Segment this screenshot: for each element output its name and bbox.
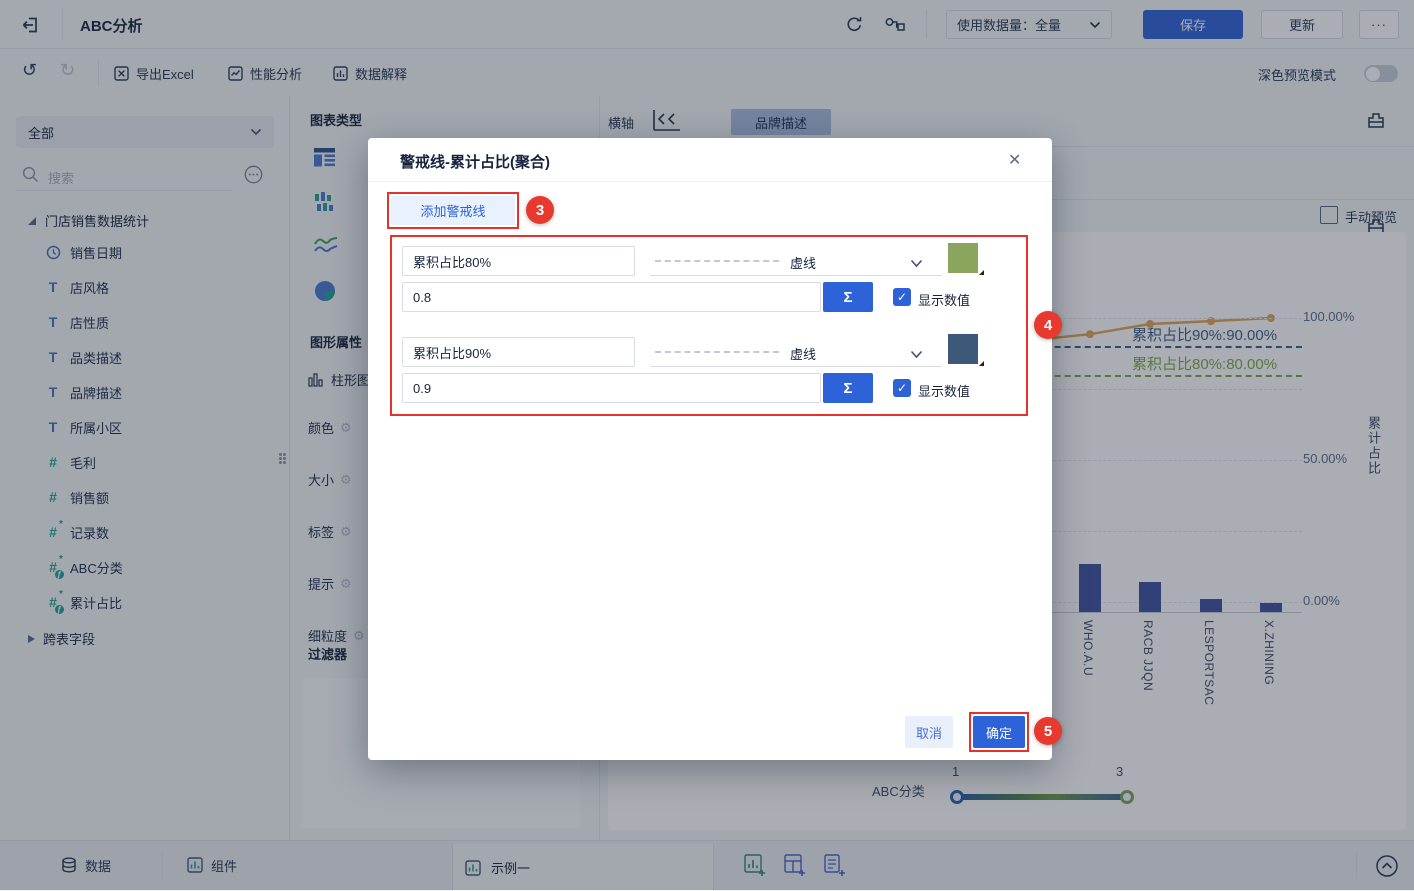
- alert-line-row: 累积占比90% 虚线 0.9 Σ ✓ 显示数值: [402, 334, 1028, 403]
- alert-name-input[interactable]: 累积占比80%: [402, 246, 635, 276]
- alert-line-dialog: 警戒线-累计占比(聚合) ✕ 添加警戒线 累积占比80% 虚线 0.8 Σ ✓ 显示数值累…: [368, 138, 1052, 760]
- alert-value-input[interactable]: 0.9: [402, 373, 821, 403]
- line-style-underline: [650, 366, 942, 367]
- dialog-title: 警戒线-累计占比(聚合): [400, 154, 550, 171]
- show-value-label: 显示数值: [918, 384, 971, 399]
- alert-name-input[interactable]: 累积占比90%: [402, 337, 635, 367]
- add-alert-line-button[interactable]: 添加警戒线: [391, 196, 515, 225]
- cancel-button[interactable]: 取消: [905, 716, 953, 748]
- line-style-preview: [655, 260, 779, 262]
- line-color-swatch[interactable]: [948, 243, 984, 275]
- line-style-preview: [655, 351, 779, 353]
- close-icon[interactable]: ✕: [1008, 150, 1021, 170]
- annotation-badge-3: 3: [526, 196, 554, 224]
- aggregate-sigma-button[interactable]: Σ: [823, 373, 873, 403]
- aggregate-sigma-button[interactable]: Σ: [823, 282, 873, 312]
- swatch-dropdown-triangle: [979, 270, 984, 275]
- alert-value-input[interactable]: 0.8: [402, 282, 821, 312]
- show-value-checkbox[interactable]: ✓: [893, 379, 911, 397]
- chevron-down-icon[interactable]: [910, 347, 923, 362]
- dialog-header: 警戒线-累计占比(聚合) ✕: [368, 138, 1052, 182]
- show-value-checkbox[interactable]: ✓: [893, 288, 911, 306]
- line-style-value[interactable]: 虚线: [790, 344, 816, 363]
- annotation-badge-4: 4: [1034, 311, 1062, 339]
- chevron-down-icon[interactable]: [910, 256, 923, 271]
- line-style-value[interactable]: 虚线: [790, 253, 816, 272]
- confirm-button[interactable]: 确定: [973, 716, 1025, 748]
- swatch-dropdown-triangle: [979, 361, 984, 366]
- show-value-label: 显示数值: [918, 293, 971, 308]
- annotation-badge-5: 5: [1034, 717, 1062, 745]
- line-style-underline: [650, 275, 942, 276]
- alert-line-row: 累积占比80% 虚线 0.8 Σ ✓ 显示数值: [402, 243, 1028, 312]
- line-color-swatch[interactable]: [948, 334, 984, 366]
